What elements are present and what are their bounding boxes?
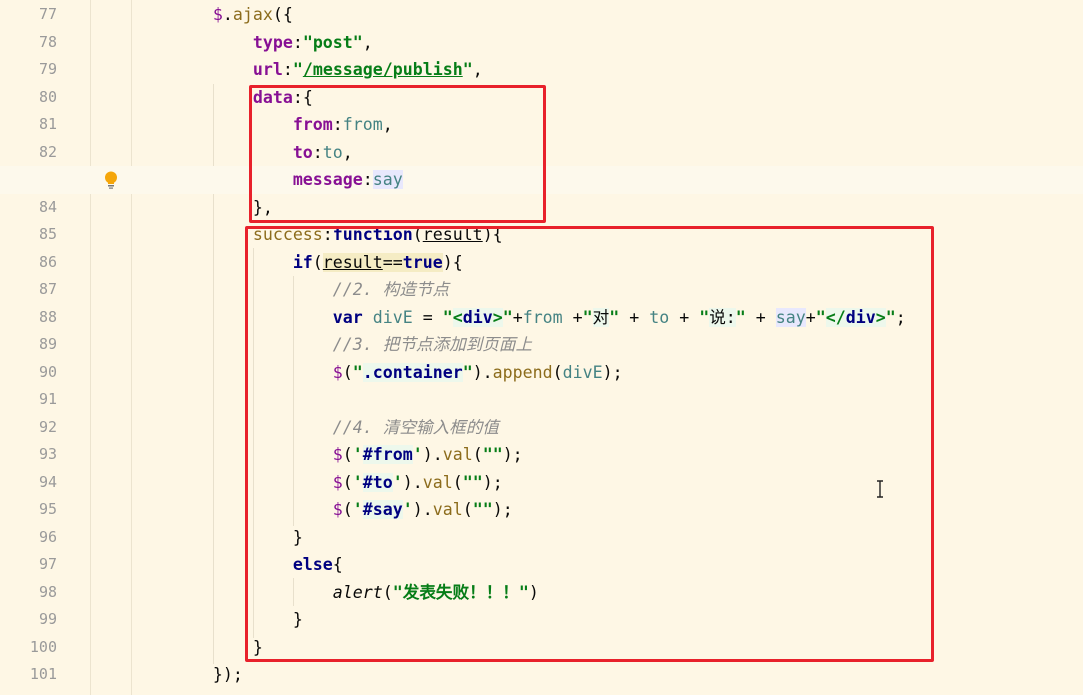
line-number[interactable]: 95	[0, 496, 57, 524]
code-line[interactable]: },	[93, 194, 1083, 222]
line-number[interactable]: 100	[0, 634, 57, 662]
line-number[interactable]: 85	[0, 221, 57, 249]
gutter-divider	[90, 0, 91, 695]
code-line[interactable]: to:to,	[93, 139, 1083, 167]
line-number[interactable]: 99	[0, 606, 57, 634]
code-token: ,	[472, 60, 483, 79]
code-token: .	[222, 5, 233, 24]
line-number[interactable]: 94	[0, 469, 57, 497]
code-line[interactable]: type:"post",	[93, 29, 1083, 57]
lightbulb-icon[interactable]	[104, 171, 118, 189]
code-line[interactable]: });	[93, 661, 1083, 689]
line-number[interactable]: 90	[0, 359, 57, 387]
line-number-gutter: 7778798081828384858687888990919293949596…	[0, 0, 85, 695]
line-number[interactable]: 79	[0, 56, 57, 84]
code-token: :	[292, 32, 303, 52]
text-cursor-icon	[877, 480, 883, 498]
code-token: });	[212, 665, 243, 684]
code-line[interactable]: from:from,	[93, 111, 1083, 139]
line-number[interactable]: 80	[0, 84, 57, 112]
line-number[interactable]: 86	[0, 249, 57, 277]
code-token: ({	[272, 5, 293, 24]
line-number[interactable]: 98	[0, 579, 57, 607]
code-line[interactable]: url:"/message/publish",	[93, 56, 1083, 84]
line-number[interactable]: 93	[0, 441, 57, 469]
code-token: "post"	[302, 32, 363, 52]
line-number[interactable]: 92	[0, 414, 57, 442]
line-number[interactable]: 84	[0, 194, 57, 222]
line-number[interactable]: 101	[0, 661, 57, 689]
line-number[interactable]: 87	[0, 276, 57, 304]
code-token: url	[252, 60, 283, 79]
code-token: :	[282, 60, 293, 79]
annotation-box-data	[249, 85, 546, 223]
code-token: ajax	[232, 5, 273, 24]
annotation-box-success	[245, 226, 934, 662]
line-number[interactable]: 96	[0, 524, 57, 552]
code-token: "	[462, 60, 473, 79]
code-line[interactable]: $.ajax({	[93, 1, 1083, 29]
line-number[interactable]: 89	[0, 331, 57, 359]
line-number[interactable]: 81	[0, 111, 57, 139]
code-token: $	[212, 5, 223, 24]
code-token: /message/publish	[302, 60, 463, 79]
code-line[interactable]: data:{	[93, 84, 1083, 112]
line-number[interactable]: 91	[0, 386, 57, 414]
code-token: ,	[362, 32, 373, 52]
code-token: "	[292, 60, 303, 79]
line-number[interactable]: 82	[0, 139, 57, 167]
line-number[interactable]: 97	[0, 551, 57, 579]
line-number[interactable]: 77	[0, 1, 57, 29]
code-token: type	[252, 32, 293, 52]
line-number[interactable]: 88	[0, 304, 57, 332]
line-number[interactable]: 78	[0, 29, 57, 57]
